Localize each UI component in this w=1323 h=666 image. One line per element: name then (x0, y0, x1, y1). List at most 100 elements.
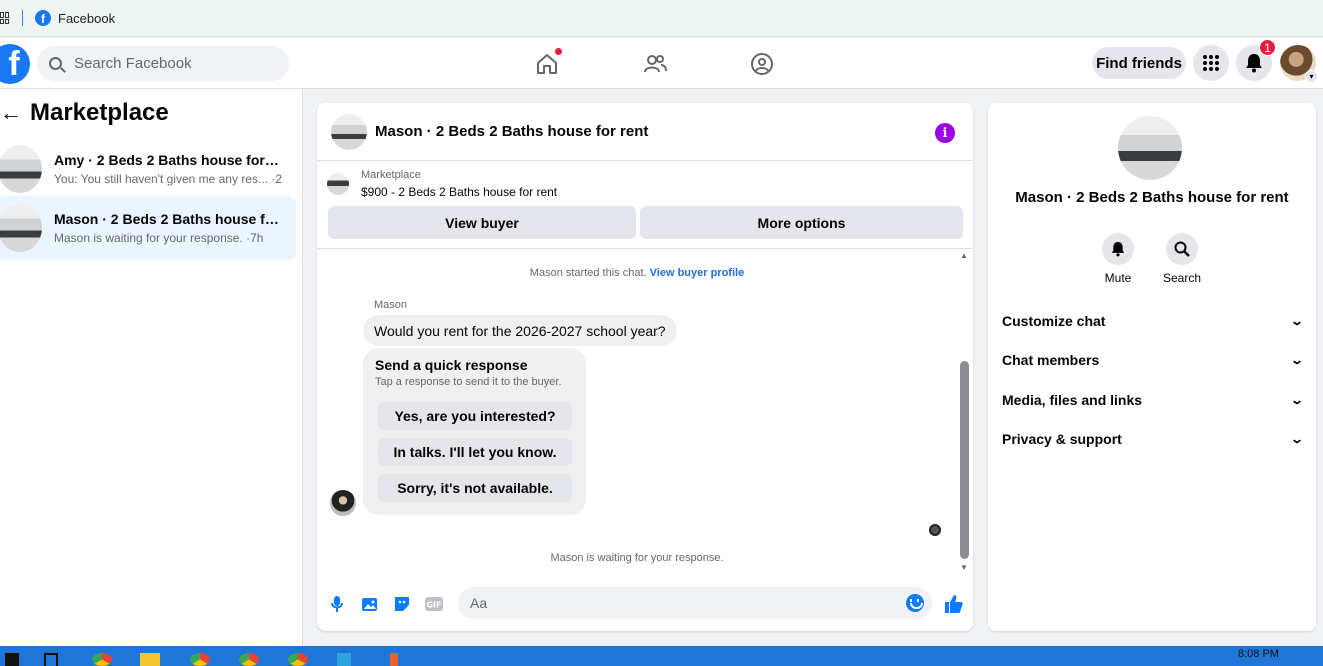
menu-grid-button[interactable] (1193, 45, 1229, 81)
facebook-logo-icon[interactable]: f (0, 44, 30, 84)
task-view-icon[interactable] (44, 653, 58, 666)
chevron-down-icon: ⌄ (1289, 314, 1305, 328)
chat-scrollbar[interactable]: ▲ ▼ (957, 251, 971, 573)
sender-avatar[interactable] (330, 490, 356, 516)
groups-icon[interactable] (749, 51, 775, 77)
section-label: Customize chat (1002, 313, 1106, 329)
notifications-button[interactable]: 1 (1236, 39, 1276, 81)
photo-icon[interactable] (360, 594, 380, 614)
media-files-links-row[interactable]: Media, files and links ⌄ (1002, 388, 1305, 412)
start-icon[interactable] (5, 653, 19, 666)
quick-response-card: Send a quick response Tap a response to … (363, 348, 586, 515)
privacy-support-row[interactable]: Privacy & support ⌄ (1002, 427, 1305, 451)
chrome-icon[interactable] (288, 653, 308, 666)
chrome-icon[interactable] (190, 653, 210, 666)
browser-tab-title[interactable]: Facebook (58, 11, 115, 26)
search-icon (1166, 233, 1198, 265)
scrollbar-thumb[interactable] (960, 361, 969, 559)
divider (317, 248, 973, 249)
message-composer: GIF Aa (317, 586, 973, 622)
search-conversation-button[interactable]: Search (1152, 233, 1212, 285)
chat-thumbnail[interactable] (331, 113, 367, 150)
marketplace-inbox-panel: ← Marketplace Amy · 2 Beds 2 Baths house… (0, 89, 303, 646)
os-taskbar: 8:08 PM (0, 646, 1323, 666)
home-notification-dot (555, 48, 562, 55)
search-placeholder: Search Facebook (74, 55, 192, 72)
telegram-icon[interactable] (337, 653, 351, 666)
chat-panel: Mason · 2 Beds 2 Baths house for rent i … (317, 103, 973, 631)
info-icon[interactable]: i (935, 123, 955, 143)
profile-avatar[interactable]: ▾ (1280, 45, 1318, 83)
page-title: Marketplace (30, 99, 169, 126)
sticker-icon[interactable] (392, 594, 412, 614)
scroll-up-icon[interactable]: ▲ (960, 251, 968, 260)
section-label: Media, files and links (1002, 392, 1143, 408)
chat-started-text: Mason started this chat. (529, 267, 647, 279)
listing-thumbnail (327, 173, 349, 195)
conversation-item-active[interactable]: Mason · 2 Beds 2 Baths house for rent Ma… (0, 196, 296, 260)
conversation-preview: Mason is waiting for your response. ·7h (54, 231, 264, 245)
chat-title[interactable]: Mason · 2 Beds 2 Baths house for rent (375, 123, 648, 140)
bell-icon (1246, 54, 1262, 73)
customize-chat-row[interactable]: Customize chat ⌄ (1002, 309, 1305, 333)
chrome-icon[interactable] (239, 653, 259, 666)
conversation-item[interactable]: Amy · 2 Beds 2 Baths house for rent You:… (0, 137, 296, 201)
top-navigation: f Search Facebook Find friends 1 ▾ (0, 38, 1323, 89)
conversation-preview: You: You still haven't given me any res.… (54, 172, 282, 186)
view-buyer-button[interactable]: View buyer (328, 206, 636, 239)
chevron-down-icon: ⌄ (1289, 393, 1305, 407)
system-clock[interactable]: 8:08 PM (1238, 648, 1279, 660)
quick-reply-button[interactable]: Sorry, it's not available. (378, 474, 572, 502)
file-explorer-icon[interactable] (140, 653, 160, 666)
quick-response-subtitle: Tap a response to send it to the buyer. (375, 376, 562, 388)
listing-summary[interactable]: Marketplace $900 - 2 Beds 2 Baths house … (327, 169, 557, 199)
mute-label: Mute (1104, 271, 1132, 285)
more-options-button[interactable]: More options (640, 206, 963, 239)
chevron-down-icon: ⌄ (1289, 432, 1305, 446)
find-friends-button[interactable]: Find friends (1092, 47, 1186, 79)
listing-avatar[interactable] (1118, 116, 1182, 180)
message-input[interactable]: Aa (458, 587, 932, 619)
section-label: Chat members (1002, 352, 1100, 368)
search-label: Search (1162, 271, 1202, 285)
home-icon[interactable] (534, 48, 562, 77)
search-icon (49, 57, 62, 70)
scroll-down-icon[interactable]: ▼ (960, 563, 968, 572)
apps-grid-icon[interactable] (0, 12, 9, 24)
chevron-down-icon: ⌄ (1289, 353, 1305, 367)
search-facebook-input[interactable]: Search Facebook (37, 46, 289, 81)
menu-grid-icon (1203, 55, 1219, 71)
chat-header: Mason · 2 Beds 2 Baths house for rent i (317, 103, 973, 161)
chrome-icon[interactable] (92, 653, 112, 666)
seen-avatar-icon (929, 524, 941, 536)
chat-details-panel: Mason · 2 Beds 2 Baths house for rent Mu… (988, 103, 1316, 631)
tab-separator (22, 10, 23, 26)
browser-tab-bar: f Facebook (0, 0, 1323, 37)
gif-icon[interactable]: GIF (424, 594, 444, 614)
thumbs-up-icon[interactable] (944, 594, 964, 614)
chat-members-row[interactable]: Chat members ⌄ (1002, 348, 1305, 372)
back-arrow-icon[interactable]: ← (0, 100, 22, 126)
svg-text:GIF: GIF (426, 601, 441, 610)
listing-thumbnail (0, 204, 42, 252)
mute-button[interactable]: Mute (1088, 233, 1148, 285)
panel-header: ← Marketplace (0, 99, 169, 127)
microphone-icon[interactable] (327, 594, 347, 614)
quick-reply-button[interactable]: Yes, are you interested? (378, 402, 572, 430)
listing-label: Marketplace (361, 169, 421, 181)
sender-name: Mason (374, 299, 408, 311)
quick-reply-button[interactable]: In talks. I'll let you know. (378, 438, 572, 466)
section-label: Privacy & support (1002, 431, 1122, 447)
emoji-icon[interactable] (906, 594, 924, 612)
message-input-placeholder: Aa (470, 595, 488, 611)
chevron-down-icon[interactable]: ▾ (1305, 70, 1318, 83)
waiting-notice: Mason is waiting for your response. (550, 552, 724, 564)
message-bubble[interactable]: Would you rent for the 2026-2027 school … (363, 315, 677, 346)
conversation-name: Amy · 2 Beds 2 Baths house for rent (54, 152, 282, 168)
chat-started-notice: Mason started this chat. View buyer prof… (317, 267, 957, 279)
quick-response-title: Send a quick response (375, 357, 528, 373)
friends-icon[interactable] (642, 51, 668, 77)
notification-badge: 1 (1259, 39, 1276, 56)
vlc-icon[interactable] (390, 653, 398, 666)
view-buyer-profile-link[interactable]: View buyer profile (650, 267, 745, 279)
